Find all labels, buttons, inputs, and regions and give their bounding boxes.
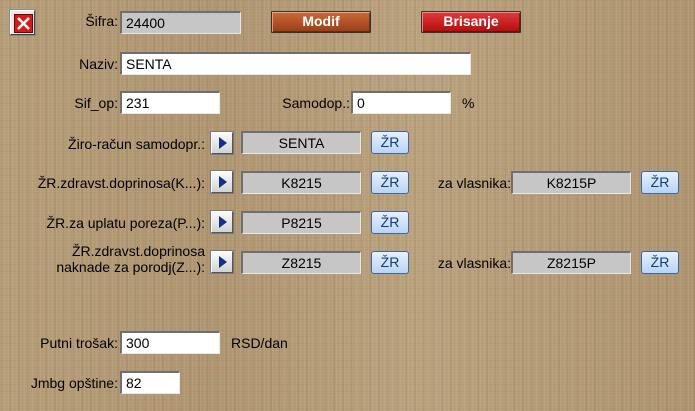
play-arrow-icon <box>219 216 227 228</box>
zr-zdravst-label: ŽR.zdravst.doprinosa(K...): <box>37 175 205 191</box>
brisanje-button[interactable]: Brisanje <box>421 11 521 33</box>
zr-porez-label: ŽR.za uplatu poreza(P...): <box>46 215 205 231</box>
sif-op-input[interactable]: 231 <box>120 91 220 114</box>
jmbg-opstine-label: Jmbg opštine: <box>30 375 118 391</box>
zr-porodj-label-line1: ŽR.zdravst.doprinosa <box>71 243 205 259</box>
form-window: { "header": { "close_icon": "close-x-ico… <box>0 0 695 411</box>
zr-porodj-field[interactable]: Z8215 <box>241 251 361 274</box>
play-arrow-icon <box>219 176 227 188</box>
modif-button[interactable]: Modif <box>271 11 371 33</box>
zr-samodopr-field[interactable]: SENTA <box>241 131 361 154</box>
jmbg-opstine-input[interactable]: 82 <box>120 371 180 394</box>
putni-trosak-input[interactable]: 300 <box>120 331 220 354</box>
zr-samodopr-lookup-button[interactable] <box>210 131 234 155</box>
zr-zdravst-owner-label: za vlasnika: <box>437 175 511 191</box>
zr-samodopr-zr-button[interactable]: ŽR <box>371 131 409 154</box>
play-arrow-icon <box>219 137 227 149</box>
zr-zdravst-owner-field[interactable]: K8215P <box>511 171 631 194</box>
zr-porodj-label-line2: naknade za porodj(Z...): <box>56 259 205 275</box>
sif-op-label: Sif_op: <box>74 95 118 111</box>
zr-zdravst-lookup-button[interactable] <box>210 170 234 194</box>
naziv-label: Naziv: <box>79 56 118 72</box>
zr-zdravst-zr-button[interactable]: ŽR <box>371 171 409 194</box>
zr-porodj-owner-zr-button[interactable]: ŽR <box>641 251 679 274</box>
close-button[interactable] <box>9 9 36 36</box>
samodop-input[interactable]: 0 <box>351 91 451 114</box>
zr-zdravst-field[interactable]: K8215 <box>241 171 361 194</box>
zr-samodopr-label: Žiro-račun samodopr.: <box>68 136 205 152</box>
zr-porez-zr-button[interactable]: ŽR <box>371 211 409 234</box>
zr-porez-field[interactable]: P8215 <box>241 211 361 234</box>
zr-porodj-lookup-button[interactable] <box>210 250 234 274</box>
samodop-percent-unit: % <box>462 95 475 111</box>
zr-porodj-zr-button[interactable]: ŽR <box>371 251 409 274</box>
putni-trosak-unit: RSD/dan <box>231 335 288 351</box>
samodop-label: Samodop.: <box>282 95 350 111</box>
zr-zdravst-owner-zr-button[interactable]: ŽR <box>641 171 679 194</box>
zr-porodj-owner-label: za vlasnika: <box>437 255 511 271</box>
putni-trosak-label: Putni trošak: <box>40 335 118 351</box>
sifra-label: Šifra: <box>85 13 118 29</box>
zr-porodj-label: ŽR.zdravst.doprinosa naknade za porodj(Z… <box>56 243 205 275</box>
sifra-field[interactable]: 24400 <box>120 11 241 34</box>
zr-porodj-owner-field[interactable]: Z8215P <box>511 251 631 274</box>
naziv-input[interactable]: SENTA <box>120 52 471 75</box>
play-arrow-icon <box>219 256 227 268</box>
zr-porez-lookup-button[interactable] <box>210 210 234 234</box>
close-x-icon <box>14 14 33 33</box>
